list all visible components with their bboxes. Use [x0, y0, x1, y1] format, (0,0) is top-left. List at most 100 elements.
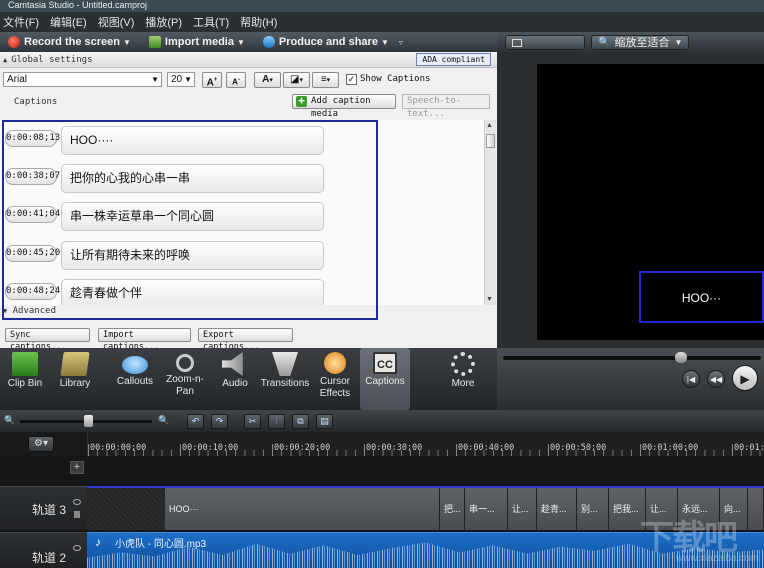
track-header-2[interactable]: 轨道 2	[0, 532, 87, 568]
zoom-in-icon[interactable]: 🔍	[158, 415, 169, 426]
detach-preview-button[interactable]	[505, 34, 585, 50]
caption-text[interactable]: 让所有期待未来的呼唤	[61, 241, 324, 270]
tab-transitions[interactable]: Transitions	[260, 348, 310, 410]
paste-button[interactable]: ▤	[316, 414, 333, 429]
decrease-font-button[interactable]: A-	[226, 72, 246, 88]
speech-to-text-button[interactable]: Speech-to-text...	[402, 94, 490, 119]
toolbar-overflow-icon[interactable]: ▿	[399, 38, 403, 47]
scroll-down-icon[interactable]: ▼	[486, 296, 493, 303]
playback-progress[interactable]	[503, 356, 761, 360]
preview-canvas[interactable]: HOO···	[537, 64, 764, 340]
advanced-toggle[interactable]: ▼ Advanced	[0, 305, 497, 318]
tab-zoom-n-pan[interactable]: Zoom-n- Pan	[160, 348, 210, 410]
caption-time[interactable]: 0:00:45;20	[5, 245, 60, 262]
caption-clip[interactable]: HOO···	[165, 488, 440, 530]
caption-item[interactable]: 0:00:08;13 HOO····	[0, 126, 484, 156]
import-captions-button[interactable]: Import captions...	[98, 328, 191, 352]
tab-library[interactable]: Library	[50, 348, 100, 410]
caption-item[interactable]: 0:00:48;24 趁青春做个伴	[0, 279, 484, 305]
playhead-knob[interactable]	[675, 352, 687, 363]
ruler-label: 00:00:00;00	[90, 443, 147, 453]
record-screen-button[interactable]: Record the screen ▼	[0, 36, 131, 48]
menu-help[interactable]: 帮助(H)	[237, 14, 285, 30]
increase-font-button[interactable]: A+	[202, 72, 222, 88]
tab-captions[interactable]: CC Captions	[360, 348, 410, 410]
undo-button[interactable]: ↶	[187, 414, 204, 429]
major-tick	[364, 444, 365, 456]
caption-item[interactable]: 0:00:45;20 让所有期待未来的呼唤	[0, 241, 484, 271]
scrollbar-thumb[interactable]	[486, 134, 495, 148]
caption-time[interactable]: 0:00:41;04	[5, 206, 60, 223]
caption-clip[interactable]: 别...	[577, 488, 609, 530]
zoom-dropdown[interactable]: 🔍 缩放至适合 ▼	[591, 34, 690, 50]
show-captions-checkbox[interactable]: ✓	[346, 74, 357, 85]
tab-more[interactable]: More	[438, 348, 488, 410]
scroll-up-icon[interactable]: ▲	[486, 122, 493, 129]
jump-start-button[interactable]: |◀	[682, 370, 700, 388]
cut-button[interactable]: ✂	[244, 414, 261, 429]
collapse-triangle-icon: ▲	[3, 55, 8, 64]
caption-time[interactable]: 0:00:08;13	[5, 130, 60, 147]
eye-icon[interactable]	[73, 545, 81, 551]
copy-button[interactable]: ⧉	[292, 414, 309, 429]
fill-color-button[interactable]: ◪▾	[283, 72, 310, 88]
split-button[interactable]: ⫶	[268, 414, 285, 429]
font-color-button[interactable]: A▾	[254, 72, 281, 88]
produce-share-button[interactable]: Produce and share ▼	[255, 36, 389, 48]
caption-text[interactable]: 把你的心我的心串一串	[61, 164, 324, 193]
caption-item[interactable]: 0:00:41;04 串一株幸运草串一个同心圆	[0, 202, 484, 232]
menu-file[interactable]: 文件(F)	[0, 14, 47, 30]
tab-clip-bin[interactable]: Clip Bin	[0, 348, 50, 410]
global-settings-header[interactable]: ▲ Global settings ADA compliant	[0, 52, 497, 68]
menu-play[interactable]: 播放(P)	[142, 14, 190, 30]
caption-clip[interactable]: 串一...	[465, 488, 508, 530]
menu-view[interactable]: 视图(V)	[95, 14, 143, 30]
zoom-slider-knob[interactable]	[84, 415, 93, 427]
chevron-down-icon: ▼	[122, 37, 131, 47]
track-header-3[interactable]: 轨道 3	[0, 486, 87, 530]
caption-time[interactable]: 0:00:38;07	[5, 168, 60, 185]
export-captions-button[interactable]: Export captions...	[198, 328, 293, 352]
sync-captions-button[interactable]: Sync captions...	[5, 328, 90, 352]
ada-compliant-button[interactable]: ADA compliant	[416, 53, 491, 66]
search-icon: 🔍	[598, 36, 611, 48]
add-track-button[interactable]: +	[70, 461, 84, 474]
caption-list-scrollbar[interactable]: ▲ ▼	[484, 120, 496, 305]
window-icon	[512, 38, 522, 47]
add-caption-media-button[interactable]: + Add caption media	[292, 94, 396, 119]
tab-cursor-effects[interactable]: Cursor Effects	[310, 348, 360, 410]
time-scale[interactable]: 00:00:00;00 00:00:10;00 00:00:20;00 00:0…	[87, 432, 764, 456]
preview-caption[interactable]: HOO···	[639, 271, 764, 323]
alignment-button[interactable]: ≡▾	[312, 72, 339, 88]
timeline-settings-button[interactable]: ⚙▾	[28, 436, 54, 452]
font-family-select[interactable]: Arial ▼	[3, 72, 162, 87]
caption-clip[interactable]: 把...	[440, 488, 465, 530]
preview-toolbar: 🔍 缩放至适合 ▼	[497, 32, 764, 52]
caption-text[interactable]: HOO····	[61, 126, 324, 155]
caption-item[interactable]: 0:00:38;07 把你的心我的心串一串	[0, 164, 484, 194]
rewind-button[interactable]: ◀◀	[707, 370, 725, 388]
major-tick	[456, 444, 457, 456]
eye-icon[interactable]	[73, 499, 81, 505]
redo-button[interactable]: ↷	[211, 414, 228, 429]
tab-audio[interactable]: Audio	[210, 348, 260, 410]
play-icon: ▶	[740, 372, 750, 386]
import-media-button[interactable]: Import media ▼	[141, 36, 245, 48]
caption-clip[interactable]	[748, 488, 764, 530]
caption-clip[interactable]: 趁青...	[537, 488, 577, 530]
font-settings-row: Arial ▼ 20 ▼ A+ A- A▾ ◪▾ ≡▾ ✓ Show Caption…	[0, 68, 497, 92]
tab-callouts[interactable]: Callouts	[110, 348, 160, 410]
caption-clip[interactable]: 让...	[508, 488, 537, 530]
lock-icon[interactable]	[74, 511, 80, 518]
caption-text[interactable]: 串一株幸运草串一个同心圆	[61, 202, 324, 231]
caption-text[interactable]: 趁青春做个伴	[61, 279, 324, 305]
chevron-down-icon: ▼	[674, 37, 683, 47]
zoom-out-icon[interactable]: 🔍	[4, 415, 15, 426]
copy-icon: ⧉	[297, 416, 304, 426]
menu-edit[interactable]: 编辑(E)	[47, 14, 95, 30]
caption-time[interactable]: 0:00:48;24	[5, 283, 60, 300]
play-button[interactable]: ▶	[732, 365, 758, 391]
font-size-select[interactable]: 20 ▼	[167, 72, 195, 87]
menu-tools[interactable]: 工具(T)	[190, 14, 237, 30]
timeline-toolbar: 🔍 🔍 ↶ ↷ ✂ ⫶ ⧉ ▤	[0, 410, 764, 432]
